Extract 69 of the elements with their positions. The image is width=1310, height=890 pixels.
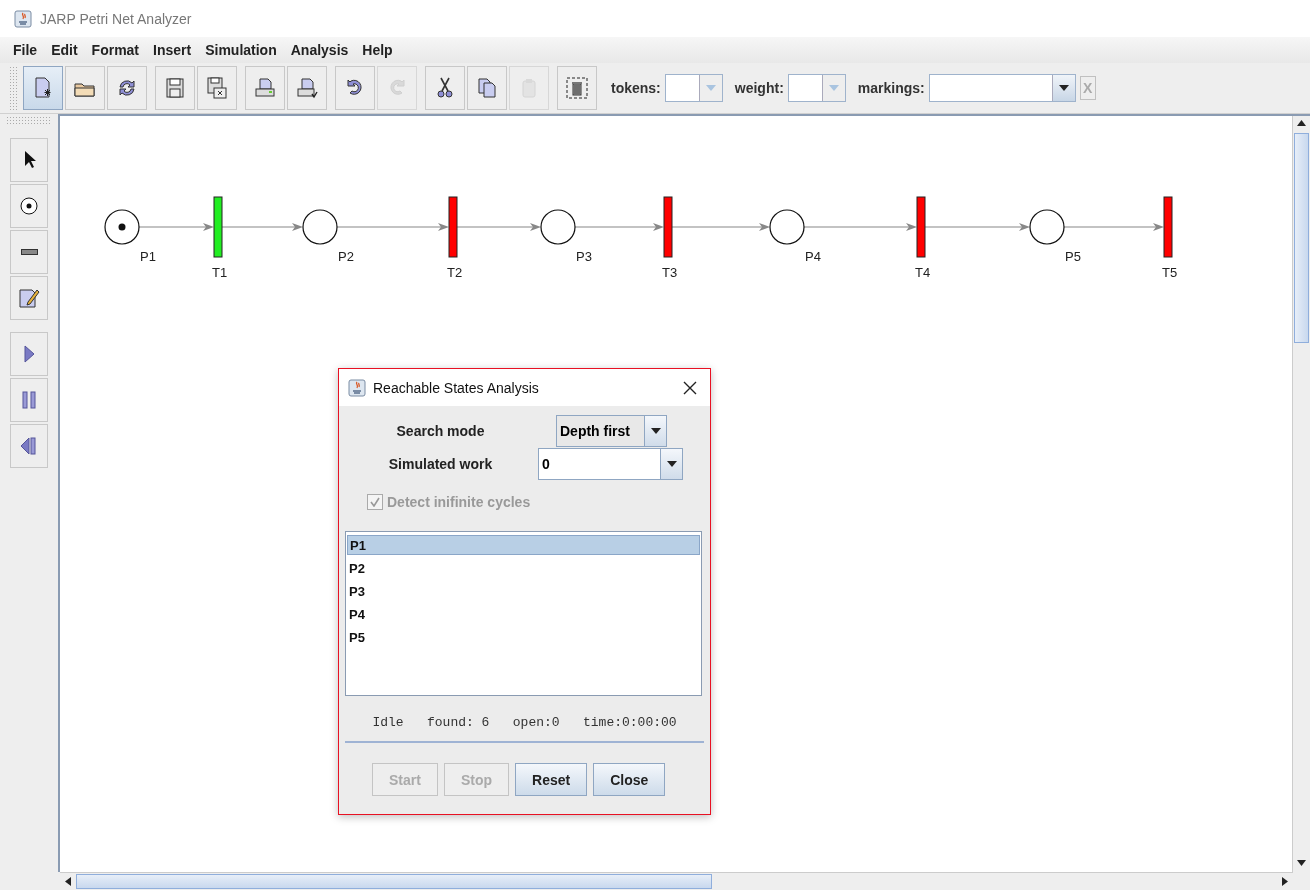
node-label: T2 xyxy=(447,265,463,280)
window-title: JARP Petri Net Analyzer xyxy=(40,10,192,27)
transition-icon xyxy=(20,249,38,255)
checkbox-label: Detect inifinite cycles xyxy=(387,494,531,510)
field-label: Simulated work xyxy=(387,456,494,472)
combo-box[interactable] xyxy=(664,74,723,102)
simulated-work-field[interactable]: 0 xyxy=(538,448,683,480)
node-label: P1 xyxy=(140,249,156,264)
status-text: Idle found: 6 open:0 time:0:00:00 xyxy=(371,715,678,730)
node-label: T5 xyxy=(1162,265,1178,280)
list-item[interactable]: P1 xyxy=(347,535,700,555)
edit-note-icon xyxy=(17,286,41,310)
menu-item[interactable]: Simulation xyxy=(205,42,277,58)
node-label: P2 xyxy=(338,249,354,264)
combo-box[interactable] xyxy=(928,74,1076,102)
list-item[interactable]: P2 xyxy=(347,558,700,578)
scrollbar-thumb[interactable] xyxy=(76,874,712,889)
field-label: weight: xyxy=(734,80,784,96)
menu-item[interactable]: File xyxy=(13,42,38,58)
dialog-title: Reachable States Analysis xyxy=(373,379,540,396)
list-item[interactable]: P4 xyxy=(347,604,700,624)
search-mode-dropdown[interactable]: Depth first xyxy=(556,415,667,447)
toolbar-button[interactable] xyxy=(107,66,147,110)
menu-item[interactable]: Format xyxy=(91,42,140,58)
combo-box[interactable] xyxy=(787,74,846,102)
toolbar-button[interactable] xyxy=(335,66,375,110)
field-label: markings: xyxy=(857,80,925,96)
tool-button[interactable] xyxy=(10,230,48,274)
list-item[interactable]: P5 xyxy=(347,627,700,647)
menu-item[interactable]: Analysis xyxy=(290,42,349,58)
copy-icon xyxy=(475,76,499,100)
node-label: T3 xyxy=(662,265,678,280)
node-label: T1 xyxy=(212,265,228,280)
toolbar-button[interactable] xyxy=(65,66,105,110)
scroll-up-icon[interactable] xyxy=(1297,120,1306,126)
menu-item[interactable]: Insert xyxy=(153,42,192,58)
list-item[interactable]: P3 xyxy=(347,581,700,601)
scroll-right-icon[interactable] xyxy=(1282,877,1288,886)
scroll-down-icon[interactable] xyxy=(1297,860,1306,866)
printer-icon xyxy=(253,76,277,100)
caret-icon xyxy=(1058,85,1069,91)
token-dot xyxy=(118,223,126,231)
field-label: tokens: xyxy=(611,80,661,96)
trash-icon xyxy=(565,76,589,100)
dialog-button[interactable]: Close xyxy=(593,763,666,796)
menu-item[interactable]: Edit xyxy=(51,42,78,58)
dialog-button[interactable]: Reset xyxy=(515,763,588,796)
place-icon xyxy=(17,194,41,218)
menu-item[interactable]: Help xyxy=(362,42,393,58)
tool-button[interactable] xyxy=(10,138,48,182)
check-icon xyxy=(370,497,380,507)
caret-icon xyxy=(666,461,677,467)
dialog-icon xyxy=(348,378,366,397)
toolbar-button[interactable] xyxy=(155,66,195,110)
node-label: T4 xyxy=(915,265,931,280)
tool-button[interactable] xyxy=(10,184,48,228)
caret-icon xyxy=(650,428,661,434)
node-label: P4 xyxy=(805,249,821,264)
toolbar-button[interactable] xyxy=(425,66,465,110)
floppy-disk-icon xyxy=(205,76,229,100)
field-label: Search mode xyxy=(395,423,486,439)
scrollbar-thumb[interactable] xyxy=(1294,133,1309,343)
caret-icon xyxy=(828,85,839,91)
printer-icon xyxy=(295,76,319,100)
node-label: P3 xyxy=(576,249,592,264)
scroll-left-icon[interactable] xyxy=(65,877,71,886)
node-label: P5 xyxy=(1065,249,1081,264)
caret-icon xyxy=(705,85,716,91)
app-icon xyxy=(14,9,32,28)
